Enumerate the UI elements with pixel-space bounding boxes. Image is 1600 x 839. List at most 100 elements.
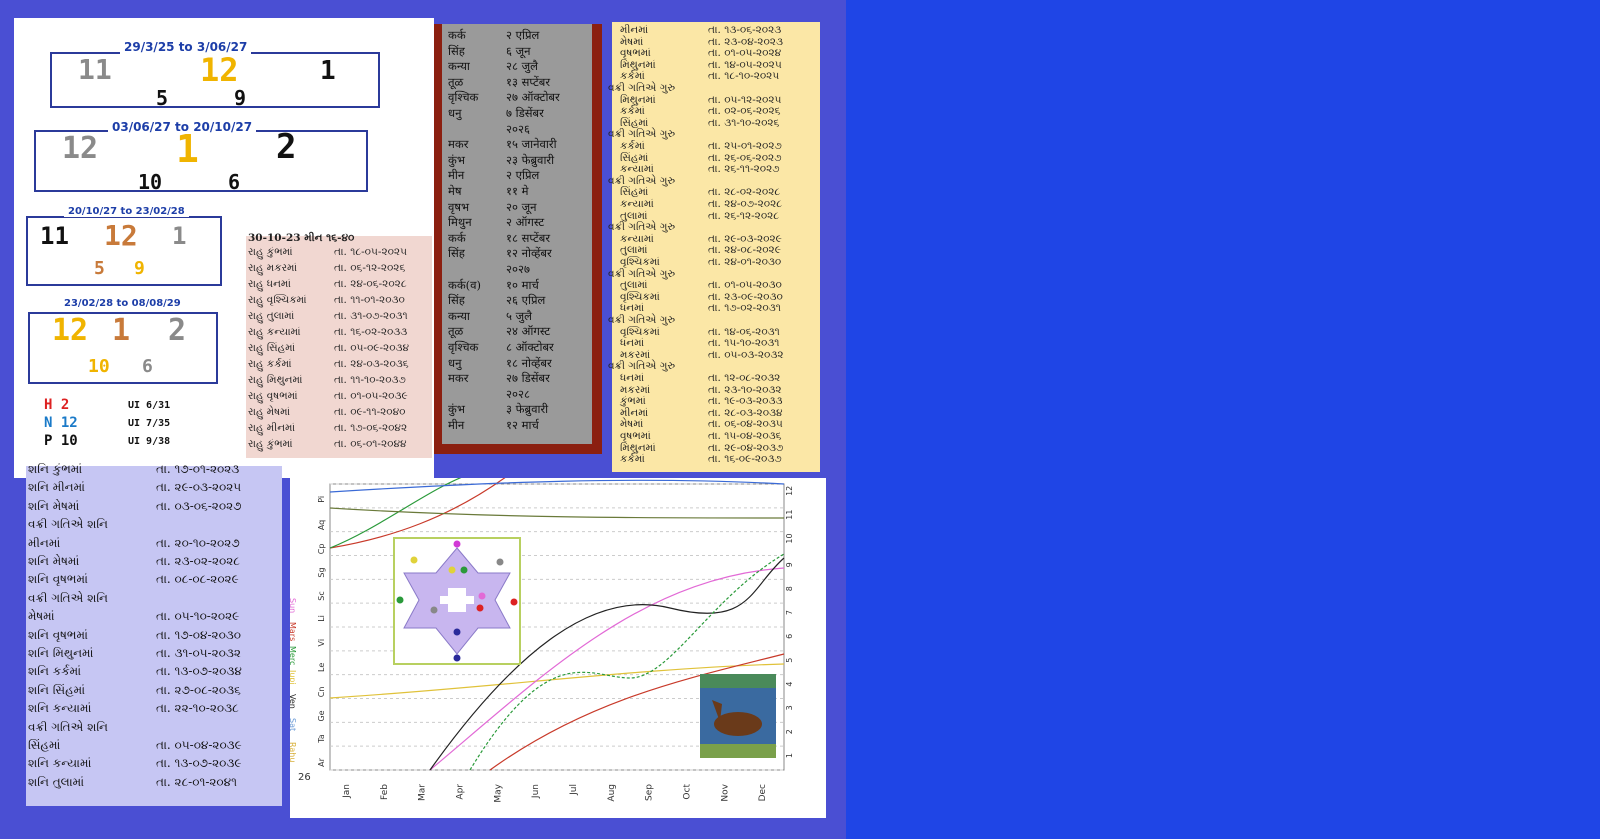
chart-month-label: May — [493, 783, 503, 802]
period-3-right: 1 — [172, 222, 187, 250]
saturn-sign: શનિ કન્યામાં — [28, 756, 92, 771]
saturn-sign: મેષમાં — [28, 609, 55, 624]
rahu-date: તા. ૨૪-૦૩-૨૦૩૬ — [334, 358, 409, 370]
saturn-date: તા. ૦૩-૦૬-૨૦૨૭ — [156, 498, 242, 513]
hindi-row: वृश्चिक ८ ऑक्टोबर — [448, 340, 554, 355]
chart-month-label: Dec — [758, 784, 768, 801]
rahu-header: 30-10-23 મીન ૧૬-૪૦ — [248, 232, 355, 244]
period-4-right: 2 — [168, 313, 187, 348]
inset-planet-dot — [410, 556, 418, 564]
saturn-sign: શનિ કન્યામાં — [28, 701, 92, 716]
hindi-sign: मिथुन — [448, 215, 472, 230]
period-caption-3: 20/10/27 to 23/02/28 — [64, 206, 189, 217]
saturn-date: તા. ૦૫-૦૪-૨૦૩૯ — [156, 738, 242, 752]
chart-house-tick: 9 — [785, 562, 794, 567]
saturn-date: તા. ૧૩-૦૭-૨૦૩૪ — [156, 664, 242, 679]
rahu-sign: રાહુ કુંભમાં — [248, 246, 293, 258]
inset-planet-dot — [460, 566, 468, 574]
saturn-date: તા. ૧૭-૦૧-૨૦૨૩ — [156, 462, 240, 476]
saturn-sign: શનિ વૃષભમાં — [28, 627, 88, 642]
hindi-row: धनु ७ डिसेंबर — [448, 106, 544, 121]
chart-svg: Jan Feb Mar Apr May Jun Jul Aug Sep Oct Nov Dec Pi Aq… — [288, 473, 794, 803]
hindi-list-body: कर्क २ एप्रिल सिंह ६ जून कन्या २८ जुलै तूळ १३ स… — [442, 24, 592, 444]
hindi-date: २ एप्रिल — [506, 168, 540, 183]
saturn-date: તા. ૨૮-૦૧-૨૦૪૧ — [156, 774, 237, 789]
chart-legend-sat: Sat — [290, 718, 297, 731]
saturn-date: તા. ૧૭-૦૪-૨૦૩૦ — [156, 627, 242, 642]
hindi-date: ११ मे — [506, 184, 529, 198]
period-1-bottom-left: 5 — [156, 86, 169, 110]
rahu-sign: રાહુ કર્કમાં — [248, 358, 292, 370]
hindi-row: कन्या ५ जुलै — [448, 309, 532, 324]
inset-planet-dot — [430, 606, 438, 614]
hindi-date: २०२७ — [506, 262, 530, 276]
chart-year-label: 26 — [298, 772, 311, 783]
chart-sign-label: Le — [317, 663, 326, 672]
rahu-date: તા. ૧૧-૧૦-૨૦૩૭ — [334, 374, 406, 386]
hindi-date: १३ सप्टेंबर — [506, 74, 551, 89]
hindi-row: मिथुन २ ऑगस्ट — [448, 215, 544, 230]
saturn-sign: શનિ મેષમાં — [28, 498, 80, 513]
chart-sign-label: Cn — [317, 687, 326, 698]
hindi-date: २७ ऑक्टोबर — [506, 90, 560, 105]
chart-legend-rahu: Rahu — [290, 742, 297, 762]
saturn-sign: શનિ મેષમાં — [28, 554, 80, 568]
saturn-sign: વક્રી ગતિએ શનિ — [28, 517, 109, 532]
chart-month-label: Feb — [380, 784, 390, 800]
saturn-date: તા. ૨૯-૦૩-૨૦૨૫ — [156, 480, 242, 495]
hindi-sign: कुंभ — [448, 402, 465, 417]
hindi-row: कन्या २८ जुलै — [448, 59, 538, 74]
hindi-date: २७ डिसेंबर — [506, 371, 550, 386]
chart-house-tick: 4 — [785, 681, 794, 686]
rahu-sign: રાહુ મિથુનમાં — [248, 374, 303, 386]
jupiter-date: તા. ૩૧-૧૦-૨૦૨૬ — [708, 116, 780, 129]
inset-planet-dot — [453, 628, 461, 636]
rahu-sign: રાહુ મીનમાં — [248, 422, 296, 434]
hindi-sign: वृश्चिक — [448, 340, 479, 354]
hindi-sign: कर्क(व) — [448, 277, 482, 292]
jupiter-date: તા. ૨૬-૧૨-૨૦૨૮ — [708, 209, 780, 222]
rahu-date: તા. ૧૧-૦૧-૨૦૩૦ — [334, 294, 405, 306]
saturn-sign: સિંહમાં — [28, 738, 61, 752]
rahu-date: તા. ૦૬-૧૨-૨૦૨૬ — [334, 262, 406, 274]
inset-planet-dot — [453, 540, 461, 548]
hindi-row: वृषभ २० जून — [448, 200, 537, 215]
hindi-date: २३ फेब्रुवारी — [506, 152, 555, 167]
chart-house-tick: 2 — [785, 729, 794, 734]
hindi-row: कर्क(व) १० मार्च — [448, 277, 539, 293]
inset-planet-dot — [478, 592, 486, 600]
rahu-sign: રાહુ તુલામાં — [248, 310, 295, 322]
chart-legend-sun: Sun — [290, 598, 297, 613]
hindi-sign: मीन — [448, 418, 465, 432]
inset-planet-dot — [453, 654, 461, 662]
chart-sign-label: Ge — [317, 710, 326, 721]
inset-planet-dot — [496, 558, 504, 566]
hindi-sign: सिंह — [448, 246, 465, 261]
chart-month-label: Jan — [342, 784, 352, 799]
rahu-date: તા. ૦૯-૧૧-૨૦૪૦ — [334, 406, 406, 418]
hindi-date: १० मार्च — [506, 277, 539, 292]
period-3-bottom-left: 5 — [94, 258, 105, 279]
chart-sign-label: Pi — [317, 496, 326, 503]
saturn-date: તા. ૧૩-૦૭-૨૦૩૯ — [156, 756, 242, 771]
rahu-date: તા. ૧૮-૦૫-૨૦૨૫ — [334, 246, 407, 258]
hindi-date: १८ नोव्हेंबर — [506, 355, 552, 370]
legend-value-1: UI 6/31 — [128, 400, 171, 411]
rahu-sign: રાહુ ધનમાં — [248, 278, 291, 290]
hindi-date: २ ऑगस्ट — [506, 215, 545, 230]
chart-sign-label: Cp — [317, 544, 326, 555]
hindi-row: मकर २७ डिसेंबर — [448, 371, 550, 386]
hindi-date: १२ मार्च — [506, 418, 539, 432]
hindi-sign: मीन — [448, 168, 465, 183]
period-3-left: 11 — [40, 222, 69, 250]
jupiter-date: તા. ૦૫-૦૩-૨૦૩૨ — [708, 348, 784, 361]
saturn-transit-list: શનિ કુંભમાં તા. ૧૭-૦૧-૨૦૨૩ શનિ મીનમાં તા. ૨… — [26, 462, 282, 806]
chart-sign-label: Sg — [317, 567, 326, 577]
jupiter-date: તા. ૨૪-૦૧-૨૦૩૦ — [708, 256, 782, 268]
period-2-center: 1 — [176, 127, 199, 171]
chart-legend-jupi: Jupi — [290, 669, 297, 685]
period-2-right: 2 — [276, 127, 297, 167]
hindi-date: २० जून — [506, 199, 537, 214]
period-2-left: 12 — [62, 131, 99, 166]
hindi-sign: तूळ — [448, 74, 464, 89]
